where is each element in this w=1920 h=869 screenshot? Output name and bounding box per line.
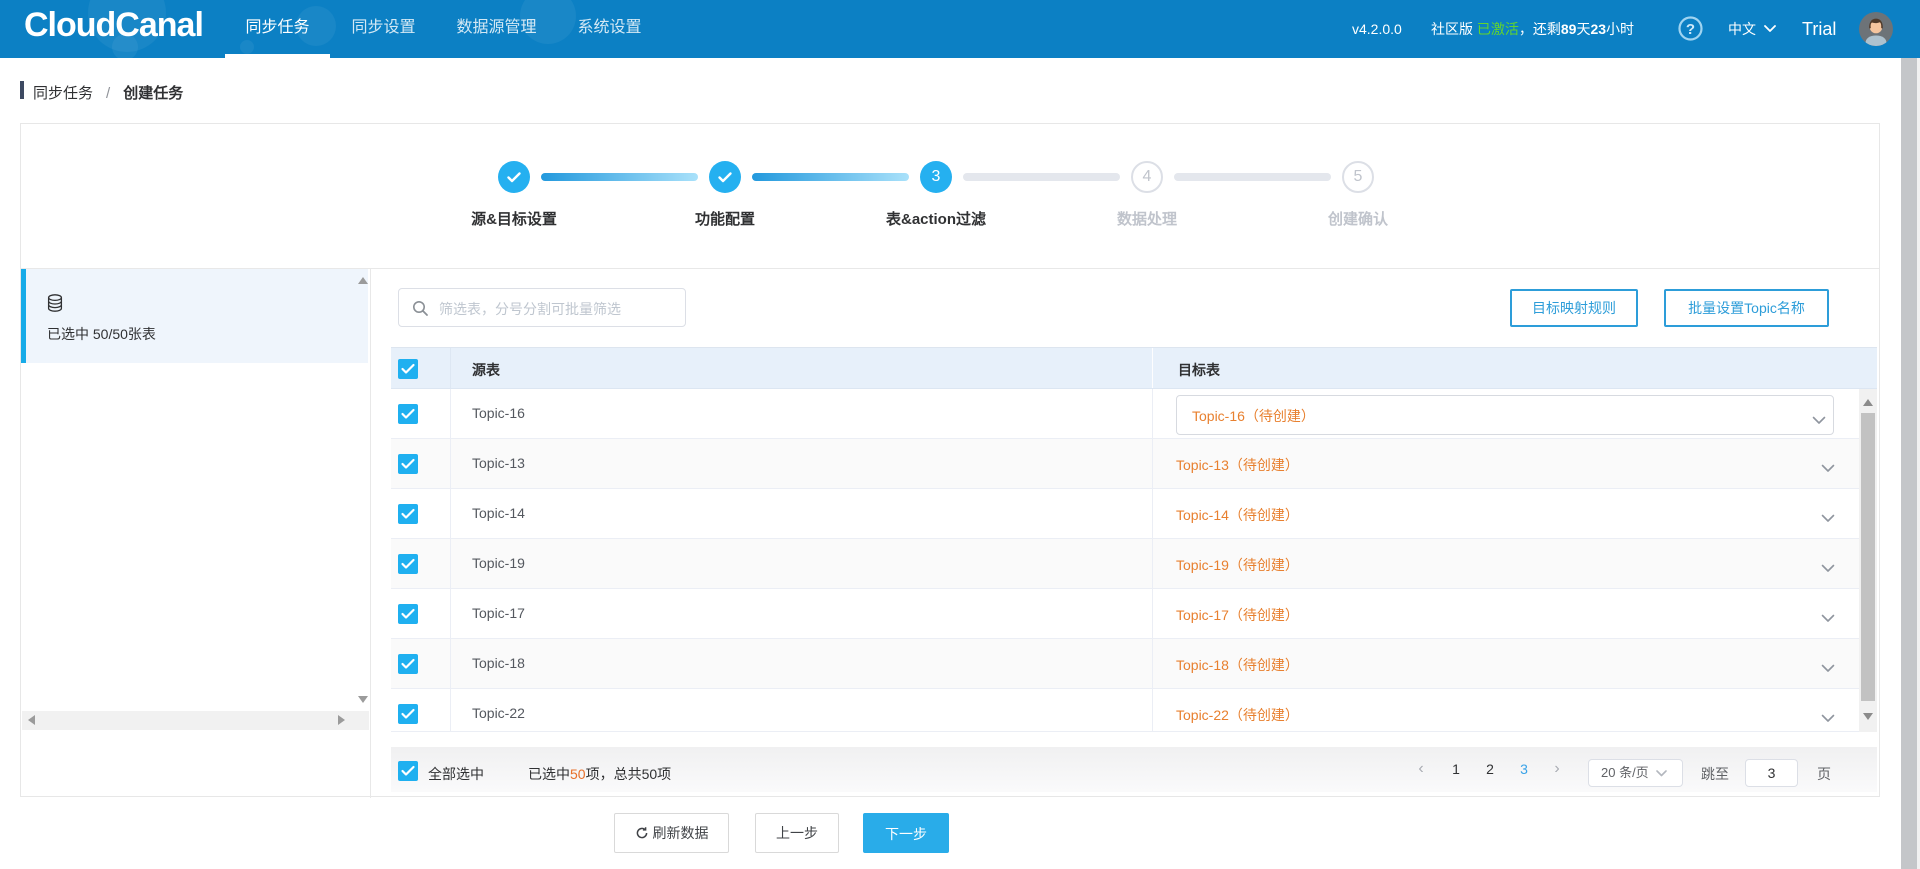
svg-text:?: ? [1686, 21, 1695, 38]
